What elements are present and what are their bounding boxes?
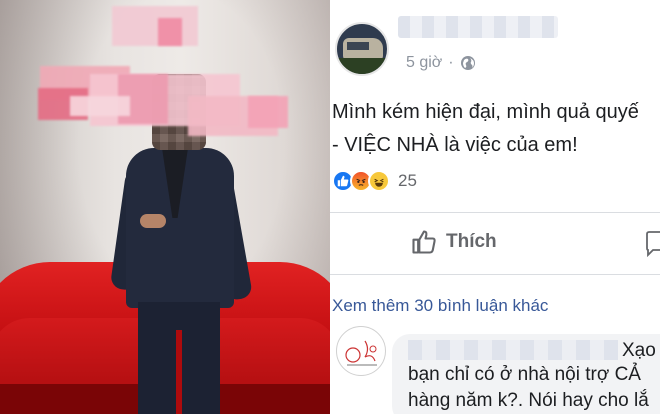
post-meta: 5 giờ · bbox=[406, 54, 476, 72]
globe-icon bbox=[460, 56, 475, 70]
meta-separator: · bbox=[448, 54, 454, 71]
like-button[interactable]: Thích bbox=[410, 228, 497, 256]
man-in-suit bbox=[109, 74, 254, 414]
comment-text-line: Xạo bbox=[622, 340, 656, 361]
blur-patch bbox=[248, 96, 288, 128]
haha-reaction-icon bbox=[368, 170, 390, 192]
poster-avatar[interactable] bbox=[335, 22, 389, 76]
poster-name-blurred[interactable] bbox=[398, 16, 558, 38]
reactions-summary[interactable]: 25 bbox=[332, 170, 417, 192]
divider bbox=[330, 212, 660, 213]
blur-patch bbox=[112, 6, 198, 46]
post-body: Mình kém hiện đại, mình quả quyế - VIỆC … bbox=[332, 96, 639, 162]
comment-text-line: hàng năm k?. Nói hay cho lắ bbox=[408, 390, 649, 411]
facebook-post: 5 giờ · Mình kém hiện đại, mình quả quyế… bbox=[330, 0, 660, 414]
post-time[interactable]: 5 giờ bbox=[406, 54, 442, 72]
comment-icon[interactable] bbox=[645, 230, 660, 258]
post-text-line: Mình kém hiện đại, mình quả quyế bbox=[332, 101, 639, 123]
reaction-count: 25 bbox=[398, 171, 417, 190]
blur-patch bbox=[70, 96, 130, 116]
view-more-comments-link[interactable]: Xem thêm 30 bình luận khác bbox=[332, 296, 548, 316]
post-photo[interactable] bbox=[0, 0, 330, 414]
thumbs-up-icon bbox=[412, 230, 436, 254]
comment-text-line: bạn chỉ có ở nhà nội trợ CẢ bbox=[408, 364, 641, 385]
commenter-avatar[interactable] bbox=[336, 326, 386, 376]
blur-patch bbox=[158, 18, 182, 46]
like-label: Thích bbox=[446, 231, 497, 252]
commenter-name-blurred[interactable] bbox=[408, 340, 618, 360]
divider bbox=[330, 274, 660, 275]
post-text-line: - VIỆC NHÀ là việc của em! bbox=[332, 134, 578, 156]
